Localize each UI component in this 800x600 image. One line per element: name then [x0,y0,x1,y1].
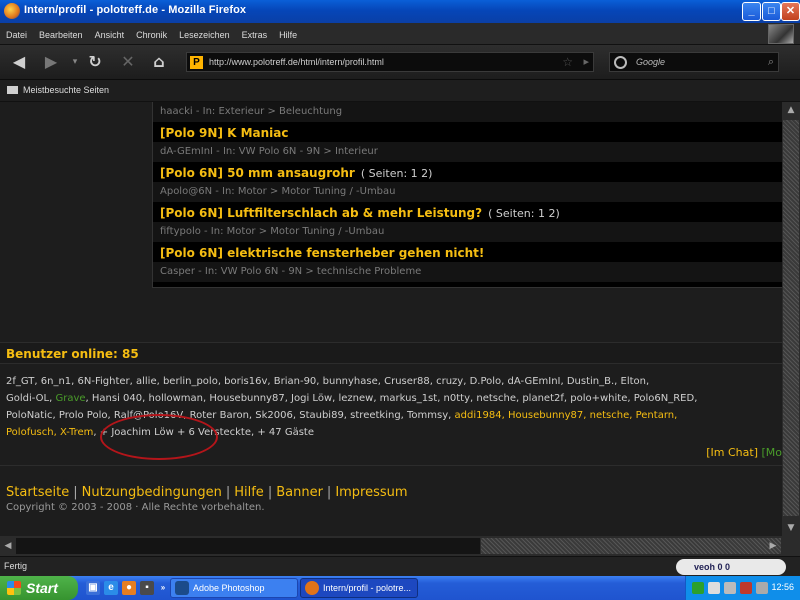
forward-arrow-icon[interactable]: ▶ [40,51,62,73]
horizontal-scroll-thumb[interactable] [16,538,480,554]
system-tray: 12:56 [685,576,800,600]
history-dropdown-icon[interactable]: ▾ [64,51,86,73]
taskbar: Start ▣ e ● ▪ » Adobe Photoshop Intern/p… [0,576,800,600]
copyright-text: Copyright © 2003 - 2008 · Alle Rechte vo… [6,502,265,513]
horizontal-scrollbar[interactable]: ◀ ▶ [0,536,800,556]
red-highlight-circle [100,414,218,460]
thread-row: [Polo 6N] Luftfilterschlach ab & mehr Le… [153,202,782,242]
online-users-line[interactable]: 2f_GT, 6n_n1, 6N-Fighter, allie, berlin_… [6,376,649,392]
url-text[interactable]: http://www.polotreff.de/html/intern/prof… [209,57,384,67]
window-title: Intern/profil - polotreff.de - Mozilla F… [24,4,247,16]
menu-hilfe[interactable]: Hilfe [273,24,303,46]
thread-pages[interactable]: ( Seiten: 1 2) [361,167,433,180]
start-button[interactable]: Start [0,576,78,600]
reload-icon[interactable]: ↻ [84,51,106,73]
scroll-right-icon[interactable]: ▶ [766,538,780,554]
close-button[interactable]: ✕ [781,2,800,21]
firefox-quicklaunch-icon[interactable]: ● [122,581,136,595]
im-chat-link[interactable]: [Im Chat] [706,446,758,459]
footer-link-hilfe[interactable]: Hilfe [234,485,264,500]
bookmark-most-visited[interactable]: Meistbesuchte Seiten [23,85,109,95]
back-arrow-icon[interactable]: ◀ [8,51,30,73]
horizontal-scroll-track[interactable] [481,538,781,554]
google-icon[interactable] [614,56,627,69]
title-bar: Intern/profil - polotreff.de - Mozilla F… [0,0,800,23]
menu-bar: Datei Bearbeiten Ansicht Chronik Lesezeichen… [0,23,800,45]
tray-icon[interactable] [740,582,752,594]
show-desktop-icon[interactable]: ▣ [86,581,100,595]
scroll-left-icon[interactable]: ◀ [1,538,15,554]
folder-icon [7,86,18,94]
thread-row: [Polo 9N] K Maniac dA-GEmInI - In: VW Po… [153,122,782,162]
windows-flag-icon [7,581,21,595]
thread-meta: Apolo@6N - In: Motor > Motor Tuning / -U… [153,182,782,202]
thread-row: [Polo 6N] elektrische fensterheber gehen… [153,242,782,282]
thread-meta: fiftypolo - In: Motor > Motor Tuning / -… [153,222,782,242]
menu-datei[interactable]: Datei [0,24,33,46]
stop-icon[interactable]: ✕ [117,51,139,73]
thread-meta: dA-GEmInI - In: VW Polo 6N - 9N > Interi… [153,142,782,162]
menu-extras[interactable]: Extras [236,24,274,46]
clock: 12:56 [771,582,794,592]
more-link[interactable]: [Mo [761,446,782,459]
menu-bearbeiten[interactable]: Bearbeiten [33,24,89,46]
scroll-up-icon[interactable]: ▲ [782,102,800,118]
thread-row: haacki - In: Exterieur > Beleuchtung [153,102,782,122]
search-placeholder: Google [636,57,666,67]
menu-ansicht[interactable]: Ansicht [89,24,131,46]
task-firefox[interactable]: Intern/profil - polotre... [300,578,418,598]
vertical-scrollbar[interactable]: ▲ ▼ [782,102,800,536]
page-content: haacki - In: Exterieur > Beleuchtung [Po… [0,102,782,536]
menu-lesezeichen[interactable]: Lesezeichen [173,24,236,46]
footer-link-banner[interactable]: Banner [276,485,323,500]
url-bar[interactable]: P http://www.polotreff.de/html/intern/pr… [186,52,594,72]
online-users-line[interactable]: Goldi-OL, Grave, Hansi 040, hollowman, H… [6,393,697,409]
bookmark-star-icon[interactable]: ☆ [562,55,573,69]
footer-link-nutzungbedingungen[interactable]: Nutzungbedingungen [82,485,222,500]
online-users-list: 2f_GT, 6n_n1, 6N-Fighter, allie, berlin_… [0,364,782,466]
menu-chronik[interactable]: Chronik [130,24,173,46]
thread-meta: haacki - In: Exterieur > Beleuchtung [153,102,782,122]
persona-avatar [768,24,794,44]
thread-row: [Polo 6N] 50 mm ansaugrohr( Seiten: 1 2)… [153,162,782,202]
volume-icon[interactable] [756,582,768,594]
vertical-scroll-thumb[interactable] [783,120,799,516]
site-favicon: P [190,56,203,69]
ie-icon[interactable]: e [104,581,118,595]
thread-meta: Casper - In: VW Polo 6N - 9N > technisch… [153,262,782,282]
status-bar: Fertig veoh 0 0 [0,556,800,576]
footer-link-startseite[interactable]: Startseite [6,485,69,500]
tray-icon[interactable] [708,582,720,594]
footer-links: Startseite | Nutzungbedingungen | Hilfe | Bann… [6,485,408,500]
thread-pages[interactable]: ( Seiten: 1 2) [488,207,560,220]
minimize-button[interactable]: _ [742,2,761,21]
quicklaunch-icon[interactable]: ▪ [140,581,154,595]
home-icon[interactable]: ⌂ [148,51,170,73]
browser-window: Intern/profil - polotreff.de - Mozilla F… [0,0,800,600]
quicklaunch-expand-icon[interactable]: » [156,581,170,595]
thread-list: haacki - In: Exterieur > Beleuchtung [Po… [152,102,782,288]
online-users-heading: Benutzer online: 85 [0,342,782,364]
online-users-line[interactable]: PoloNatic, Prolo Polo, Ralf@Polo16V, Rot… [6,410,677,426]
navigation-toolbar: ◀ ▶ ▾ ↻ ✕ ⌂ P http://www.polotreff.de/ht… [0,45,800,80]
veoh-addon[interactable]: veoh 0 0 [676,559,786,575]
chat-links: [Im Chat] [Mo [706,446,782,459]
search-icon[interactable]: ⌕ [768,55,774,69]
photoshop-icon [175,581,189,595]
maximize-button[interactable]: □ [762,2,781,21]
tray-icon[interactable] [724,582,736,594]
footer-link-impressum[interactable]: Impressum [335,485,407,500]
go-arrow-icon[interactable]: ▸ [583,55,589,68]
task-photoshop[interactable]: Adobe Photoshop [170,578,298,598]
firefox-task-icon [305,581,319,595]
search-bar[interactable]: Google ⌕ [609,52,779,72]
firefox-icon [4,3,20,19]
network-icon[interactable] [692,582,704,594]
bookmarks-toolbar: Meistbesuchte Seiten [0,80,800,102]
scroll-down-icon[interactable]: ▼ [782,520,800,536]
status-text: Fertig [4,561,28,571]
